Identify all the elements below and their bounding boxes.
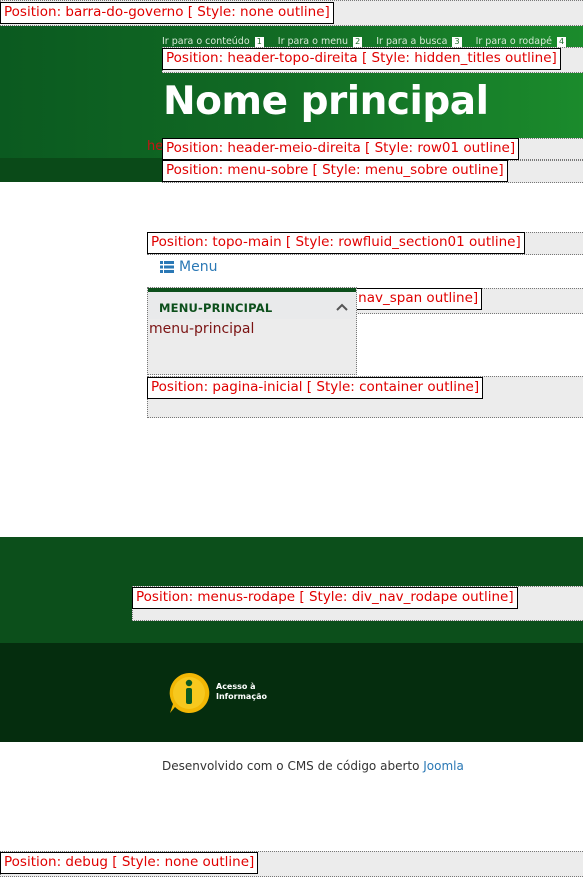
- header-topo-direita-label: Position: header-topo-direita [ Style: h…: [162, 48, 561, 70]
- header-meio-direita-label: Position: header-meio-direita [ Style: r…: [162, 138, 520, 160]
- menu-sobre-label: Position: menu-sobre [ Style: menu_sobre…: [162, 160, 508, 182]
- topo-main-label: Position: topo-main [ Style: rowfluid_se…: [147, 232, 525, 254]
- footer-bottom: [0, 643, 583, 742]
- menu-principal-header[interactable]: MENU-PRINCIPAL: [148, 292, 356, 319]
- chevron-up-icon[interactable]: [336, 300, 348, 314]
- list-icon: [160, 261, 174, 273]
- credits-text: Desenvolvido com o CMS de código aberto: [162, 759, 424, 773]
- credits: Desenvolvido com o CMS de código aberto …: [162, 759, 464, 773]
- debug-label: Position: debug [ Style: none outline]: [0, 852, 259, 874]
- menu-principal-module: MENU-PRINCIPAL menu-principal: [147, 287, 357, 375]
- barra-do-governo-label: Position: barra-do-governo [ Style: none…: [0, 2, 334, 24]
- menu-principal-item[interactable]: menu-principal: [149, 321, 254, 337]
- access-to-information-text: Acesso à Informação: [216, 682, 267, 701]
- menu-toggle-label: Menu: [179, 259, 218, 275]
- skip-to-search-link[interactable]: Ir para a busca 3: [376, 36, 462, 47]
- skip-to-footer-link[interactable]: Ir para o rodapé 4: [476, 36, 567, 47]
- menus-rodape-label: Position: menus-rodape [ Style: div_nav_…: [132, 587, 518, 609]
- joomla-link[interactable]: Joomla: [423, 759, 464, 773]
- skip-to-content-link[interactable]: Ir para o conteúdo 1: [162, 36, 264, 47]
- header-partial-text: he: [147, 139, 164, 154]
- accessibility-bar: Ir para o conteúdo 1 Ir para o menu 2 Ir…: [162, 36, 567, 47]
- nav-span-label: e: nav_span outline]: [337, 288, 483, 310]
- menu-principal-title: MENU-PRINCIPAL: [159, 301, 273, 315]
- site-title[interactable]: Nome principal: [163, 78, 489, 126]
- pagina-inicial-label: Position: pagina-inicial [ Style: contai…: [147, 377, 484, 399]
- skip-to-menu-link[interactable]: Ir para o menu 2: [278, 36, 363, 47]
- menu-toggle-button[interactable]: Menu: [160, 259, 217, 275]
- information-icon: [169, 672, 210, 713]
